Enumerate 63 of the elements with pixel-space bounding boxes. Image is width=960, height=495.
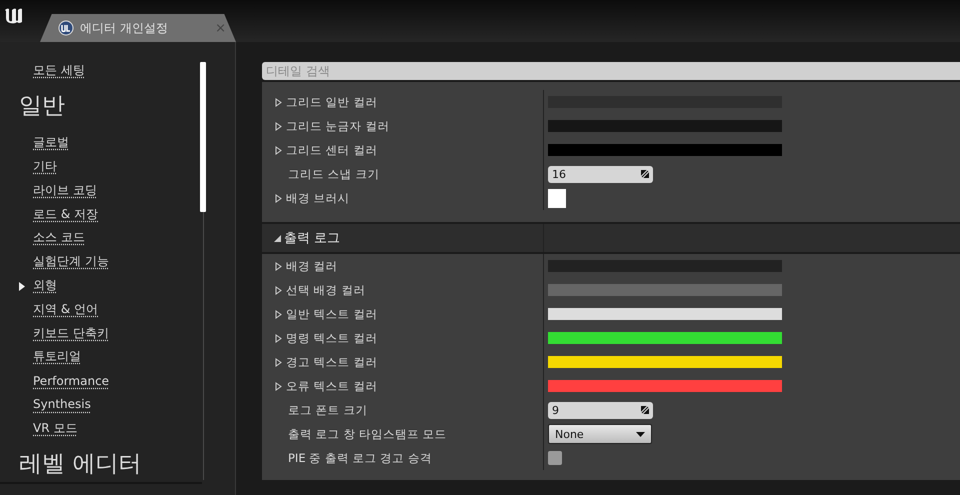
section-title[interactable]: 출력 로그	[284, 229, 340, 247]
tab-title: 에디터 개인설정	[80, 20, 169, 36]
app-icon	[58, 20, 74, 36]
category-link[interactable]: 글로벌	[33, 134, 69, 152]
category-heading: 일반	[18, 92, 66, 122]
search-field[interactable]: 디테일 검색	[262, 62, 960, 80]
category-heading: 레벨 에디터	[0, 444, 202, 484]
expand-arrow-icon[interactable]	[275, 122, 282, 130]
property-label: 그리드 센터 컬러	[286, 142, 378, 158]
drag-arrows-icon	[641, 406, 649, 414]
color-swatch[interactable]	[548, 308, 782, 320]
property-label: 배경 컬러	[286, 258, 338, 274]
expand-arrow-icon[interactable]	[275, 382, 282, 390]
color-swatch[interactable]	[548, 260, 782, 272]
category-link[interactable]: 외형	[33, 276, 57, 294]
category-link[interactable]: 라이브 코딩	[33, 182, 97, 199]
category-link[interactable]: 실험단계 기능	[33, 253, 109, 270]
property-label: 배경 브러시	[286, 190, 350, 206]
drag-arrows-icon	[641, 170, 649, 178]
dropdown[interactable]: None	[548, 424, 652, 444]
caret-icon	[636, 432, 645, 436]
property-label: PIE 중 출력 로그 경고 승격	[288, 450, 432, 466]
expand-arrow-icon[interactable]	[275, 334, 282, 342]
color-swatch[interactable]	[548, 284, 782, 296]
property-label: 그리드 눈금자 컬러	[286, 118, 390, 134]
logo-icon[interactable]	[4, 7, 24, 25]
expand-arrow-icon[interactable]	[275, 194, 282, 202]
expand-arrow-icon[interactable]	[275, 286, 282, 294]
color-swatch[interactable]	[548, 144, 782, 156]
checkbox[interactable]	[548, 451, 562, 465]
category-link[interactable]: 키보드 단축키	[33, 324, 109, 342]
property-label: 일반 텍스트 컬러	[286, 306, 378, 322]
expand-arrow-icon[interactable]	[275, 310, 282, 318]
property-label: 그리드 스냅 크기	[288, 166, 380, 182]
property-label: 선택 배경 컬러	[286, 282, 366, 298]
brush-swatch[interactable]	[548, 188, 566, 208]
expand-arrow-icon[interactable]	[275, 98, 282, 106]
category-link[interactable]: 기타	[33, 158, 57, 175]
property-label: 출력 로그 창 타임스탬프 모드	[288, 426, 447, 442]
property-label: 오류 텍스트 컬러	[286, 378, 378, 394]
property-label: 명령 텍스트 컬러	[286, 330, 378, 346]
color-swatch[interactable]	[548, 356, 782, 368]
category-link[interactable]: 모든 세팅	[33, 62, 85, 80]
number-field[interactable]: 9	[548, 402, 653, 418]
color-swatch[interactable]	[548, 332, 782, 344]
expand-arrow-icon[interactable]	[275, 146, 282, 154]
window-tab[interactable]: 에디터 개인설정 ×	[40, 14, 236, 42]
category-link[interactable]: 소스 코드	[33, 229, 85, 246]
property-label: 경고 텍스트 컬러	[286, 354, 378, 370]
color-swatch[interactable]	[548, 380, 782, 392]
category-link[interactable]: Performance	[33, 374, 110, 388]
category-link[interactable]: 튜토리얼	[33, 348, 81, 366]
property-label: 로그 폰트 크기	[288, 402, 368, 418]
category-link[interactable]: VR 모드	[33, 420, 78, 437]
number-field[interactable]: 16	[548, 166, 653, 182]
category-link[interactable]: 지역 & 언어	[33, 300, 98, 318]
category-link[interactable]: 로드 & 저장	[33, 206, 98, 223]
color-swatch[interactable]	[548, 120, 782, 132]
expand-arrow-icon[interactable]	[275, 358, 282, 366]
collapse-arrow-icon[interactable]	[274, 234, 281, 242]
expand-arrow-icon[interactable]	[275, 262, 282, 270]
property-label: 그리드 일반 컬러	[286, 94, 378, 110]
category-link[interactable]: Synthesis	[33, 397, 91, 412]
